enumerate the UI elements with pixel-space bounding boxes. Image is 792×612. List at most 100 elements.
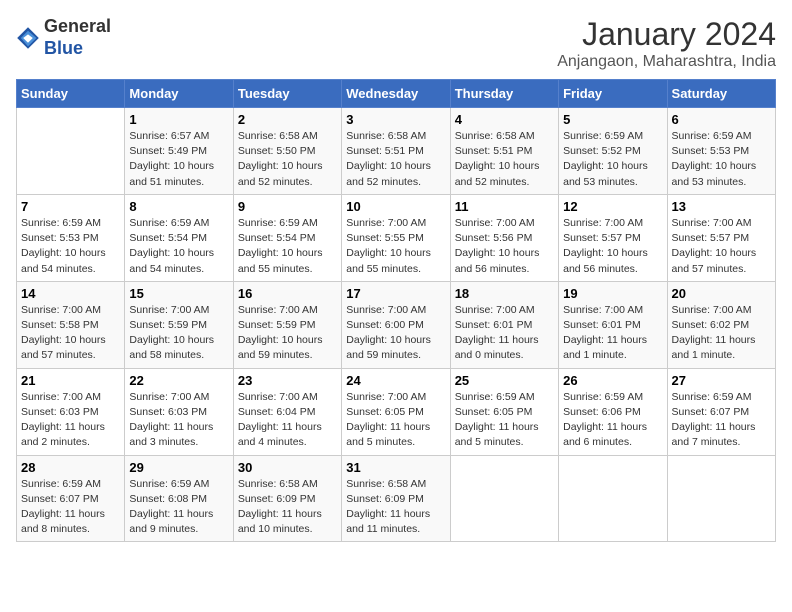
day-number: 5 xyxy=(563,112,662,127)
calendar-cell: 9 Sunrise: 6:59 AM Sunset: 5:54 PM Daylig… xyxy=(233,194,341,281)
day-number: 9 xyxy=(238,199,337,214)
calendar-cell: 26 Sunrise: 6:59 AM Sunset: 6:06 PM Dayli… xyxy=(559,368,667,455)
calendar-cell: 27 Sunrise: 6:59 AM Sunset: 6:07 PM Dayli… xyxy=(667,368,775,455)
day-header-wednesday: Wednesday xyxy=(342,80,450,108)
logo: General Blue xyxy=(16,16,111,59)
day-number: 4 xyxy=(455,112,554,127)
day-number: 7 xyxy=(21,199,120,214)
day-number: 13 xyxy=(672,199,771,214)
calendar-cell: 17 Sunrise: 7:00 AM Sunset: 6:00 PM Dayli… xyxy=(342,281,450,368)
day-detail: Sunrise: 7:00 AM Sunset: 6:02 PM Dayligh… xyxy=(672,303,771,364)
day-detail: Sunrise: 6:59 AM Sunset: 6:05 PM Dayligh… xyxy=(455,390,554,451)
calendar-cell: 3 Sunrise: 6:58 AM Sunset: 5:51 PM Daylig… xyxy=(342,108,450,195)
day-detail: Sunrise: 6:59 AM Sunset: 5:53 PM Dayligh… xyxy=(672,129,771,190)
calendar-cell: 31 Sunrise: 6:58 AM Sunset: 6:09 PM Dayli… xyxy=(342,455,450,542)
day-detail: Sunrise: 7:00 AM Sunset: 5:56 PM Dayligh… xyxy=(455,216,554,277)
day-detail: Sunrise: 7:00 AM Sunset: 6:04 PM Dayligh… xyxy=(238,390,337,451)
day-detail: Sunrise: 6:58 AM Sunset: 6:09 PM Dayligh… xyxy=(238,477,337,538)
calendar-cell xyxy=(559,455,667,542)
day-number: 3 xyxy=(346,112,445,127)
day-detail: Sunrise: 6:59 AM Sunset: 6:07 PM Dayligh… xyxy=(672,390,771,451)
day-number: 30 xyxy=(238,460,337,475)
calendar-cell: 8 Sunrise: 6:59 AM Sunset: 5:54 PM Daylig… xyxy=(125,194,233,281)
day-detail: Sunrise: 6:59 AM Sunset: 5:54 PM Dayligh… xyxy=(129,216,228,277)
day-number: 21 xyxy=(21,373,120,388)
day-detail: Sunrise: 6:59 AM Sunset: 6:06 PM Dayligh… xyxy=(563,390,662,451)
calendar-week-1: 1 Sunrise: 6:57 AM Sunset: 5:49 PM Daylig… xyxy=(17,108,776,195)
day-detail: Sunrise: 7:00 AM Sunset: 6:01 PM Dayligh… xyxy=(563,303,662,364)
day-number: 14 xyxy=(21,286,120,301)
day-header-tuesday: Tuesday xyxy=(233,80,341,108)
day-detail: Sunrise: 6:59 AM Sunset: 5:54 PM Dayligh… xyxy=(238,216,337,277)
day-detail: Sunrise: 7:00 AM Sunset: 5:55 PM Dayligh… xyxy=(346,216,445,277)
calendar-table: SundayMondayTuesdayWednesdayThursdayFrid… xyxy=(16,79,776,542)
day-detail: Sunrise: 6:59 AM Sunset: 5:53 PM Dayligh… xyxy=(21,216,120,277)
day-number: 10 xyxy=(346,199,445,214)
day-number: 11 xyxy=(455,199,554,214)
day-number: 2 xyxy=(238,112,337,127)
calendar-week-2: 7 Sunrise: 6:59 AM Sunset: 5:53 PM Daylig… xyxy=(17,194,776,281)
day-header-saturday: Saturday xyxy=(667,80,775,108)
day-detail: Sunrise: 6:58 AM Sunset: 5:51 PM Dayligh… xyxy=(346,129,445,190)
day-detail: Sunrise: 7:00 AM Sunset: 6:01 PM Dayligh… xyxy=(455,303,554,364)
calendar-cell: 19 Sunrise: 7:00 AM Sunset: 6:01 PM Dayli… xyxy=(559,281,667,368)
day-detail: Sunrise: 7:00 AM Sunset: 6:05 PM Dayligh… xyxy=(346,390,445,451)
calendar-cell: 12Sunrise: 7:00 AM Sunset: 5:57 PM Dayli… xyxy=(559,194,667,281)
day-detail: Sunrise: 7:00 AM Sunset: 5:58 PM Dayligh… xyxy=(21,303,120,364)
day-detail: Sunrise: 6:59 AM Sunset: 5:52 PM Dayligh… xyxy=(563,129,662,190)
calendar-cell xyxy=(667,455,775,542)
logo-general-text: General xyxy=(44,16,111,36)
day-detail: Sunrise: 6:58 AM Sunset: 6:09 PM Dayligh… xyxy=(346,477,445,538)
day-detail: Sunrise: 7:00 AM Sunset: 6:03 PM Dayligh… xyxy=(21,390,120,451)
day-number: 15 xyxy=(129,286,228,301)
page-header: General Blue January 2024 Anjangaon, Mah… xyxy=(16,16,776,71)
calendar-header-row: SundayMondayTuesdayWednesdayThursdayFrid… xyxy=(17,80,776,108)
day-header-thursday: Thursday xyxy=(450,80,558,108)
day-number: 8 xyxy=(129,199,228,214)
day-number: 31 xyxy=(346,460,445,475)
calendar-cell: 21 Sunrise: 7:00 AM Sunset: 6:03 PM Dayli… xyxy=(17,368,125,455)
day-number: 12 xyxy=(563,199,662,214)
day-number: 26 xyxy=(563,373,662,388)
calendar-cell: 6 Sunrise: 6:59 AM Sunset: 5:53 PM Daylig… xyxy=(667,108,775,195)
location-subtitle: Anjangaon, Maharashtra, India xyxy=(557,53,776,71)
day-detail: Sunrise: 7:00 AM Sunset: 6:00 PM Dayligh… xyxy=(346,303,445,364)
calendar-cell: 29Sunrise: 6:59 AM Sunset: 6:08 PM Dayli… xyxy=(125,455,233,542)
day-detail: Sunrise: 7:00 AM Sunset: 6:03 PM Dayligh… xyxy=(129,390,228,451)
day-number: 22 xyxy=(129,373,228,388)
calendar-cell: 23 Sunrise: 7:00 AM Sunset: 6:04 PM Dayli… xyxy=(233,368,341,455)
calendar-cell: 20Sunrise: 7:00 AM Sunset: 6:02 PM Dayli… xyxy=(667,281,775,368)
day-number: 1 xyxy=(129,112,228,127)
day-number: 16 xyxy=(238,286,337,301)
day-number: 19 xyxy=(563,286,662,301)
calendar-cell: 5 Sunrise: 6:59 AM Sunset: 5:52 PM Daylig… xyxy=(559,108,667,195)
calendar-cell: 4 Sunrise: 6:58 AM Sunset: 5:51 PM Daylig… xyxy=(450,108,558,195)
day-number: 17 xyxy=(346,286,445,301)
calendar-week-5: 28Sunrise: 6:59 AM Sunset: 6:07 PM Dayli… xyxy=(17,455,776,542)
day-detail: Sunrise: 7:00 AM Sunset: 5:59 PM Dayligh… xyxy=(129,303,228,364)
day-detail: Sunrise: 6:58 AM Sunset: 5:51 PM Dayligh… xyxy=(455,129,554,190)
calendar-cell: 14 Sunrise: 7:00 AM Sunset: 5:58 PM Dayli… xyxy=(17,281,125,368)
day-header-sunday: Sunday xyxy=(17,80,125,108)
calendar-cell: 16 Sunrise: 7:00 AM Sunset: 5:59 PM Dayli… xyxy=(233,281,341,368)
calendar-cell xyxy=(450,455,558,542)
calendar-cell: 22 Sunrise: 7:00 AM Sunset: 6:03 PM Dayli… xyxy=(125,368,233,455)
calendar-week-4: 21 Sunrise: 7:00 AM Sunset: 6:03 PM Dayli… xyxy=(17,368,776,455)
title-block: January 2024 Anjangaon, Maharashtra, Ind… xyxy=(557,16,776,71)
day-number: 18 xyxy=(455,286,554,301)
day-detail: Sunrise: 6:57 AM Sunset: 5:49 PM Dayligh… xyxy=(129,129,228,190)
day-header-friday: Friday xyxy=(559,80,667,108)
calendar-cell: 13 Sunrise: 7:00 AM Sunset: 5:57 PM Dayli… xyxy=(667,194,775,281)
day-number: 29 xyxy=(129,460,228,475)
calendar-cell: 15 Sunrise: 7:00 AM Sunset: 5:59 PM Dayli… xyxy=(125,281,233,368)
day-number: 27 xyxy=(672,373,771,388)
day-detail: Sunrise: 7:00 AM Sunset: 5:59 PM Dayligh… xyxy=(238,303,337,364)
day-detail: Sunrise: 7:00 AM Sunset: 5:57 PM Dayligh… xyxy=(672,216,771,277)
day-detail: Sunrise: 6:58 AM Sunset: 5:50 PM Dayligh… xyxy=(238,129,337,190)
calendar-cell: 2 Sunrise: 6:58 AM Sunset: 5:50 PM Daylig… xyxy=(233,108,341,195)
day-header-monday: Monday xyxy=(125,80,233,108)
day-number: 23 xyxy=(238,373,337,388)
day-number: 24 xyxy=(346,373,445,388)
calendar-week-3: 14 Sunrise: 7:00 AM Sunset: 5:58 PM Dayli… xyxy=(17,281,776,368)
day-number: 6 xyxy=(672,112,771,127)
